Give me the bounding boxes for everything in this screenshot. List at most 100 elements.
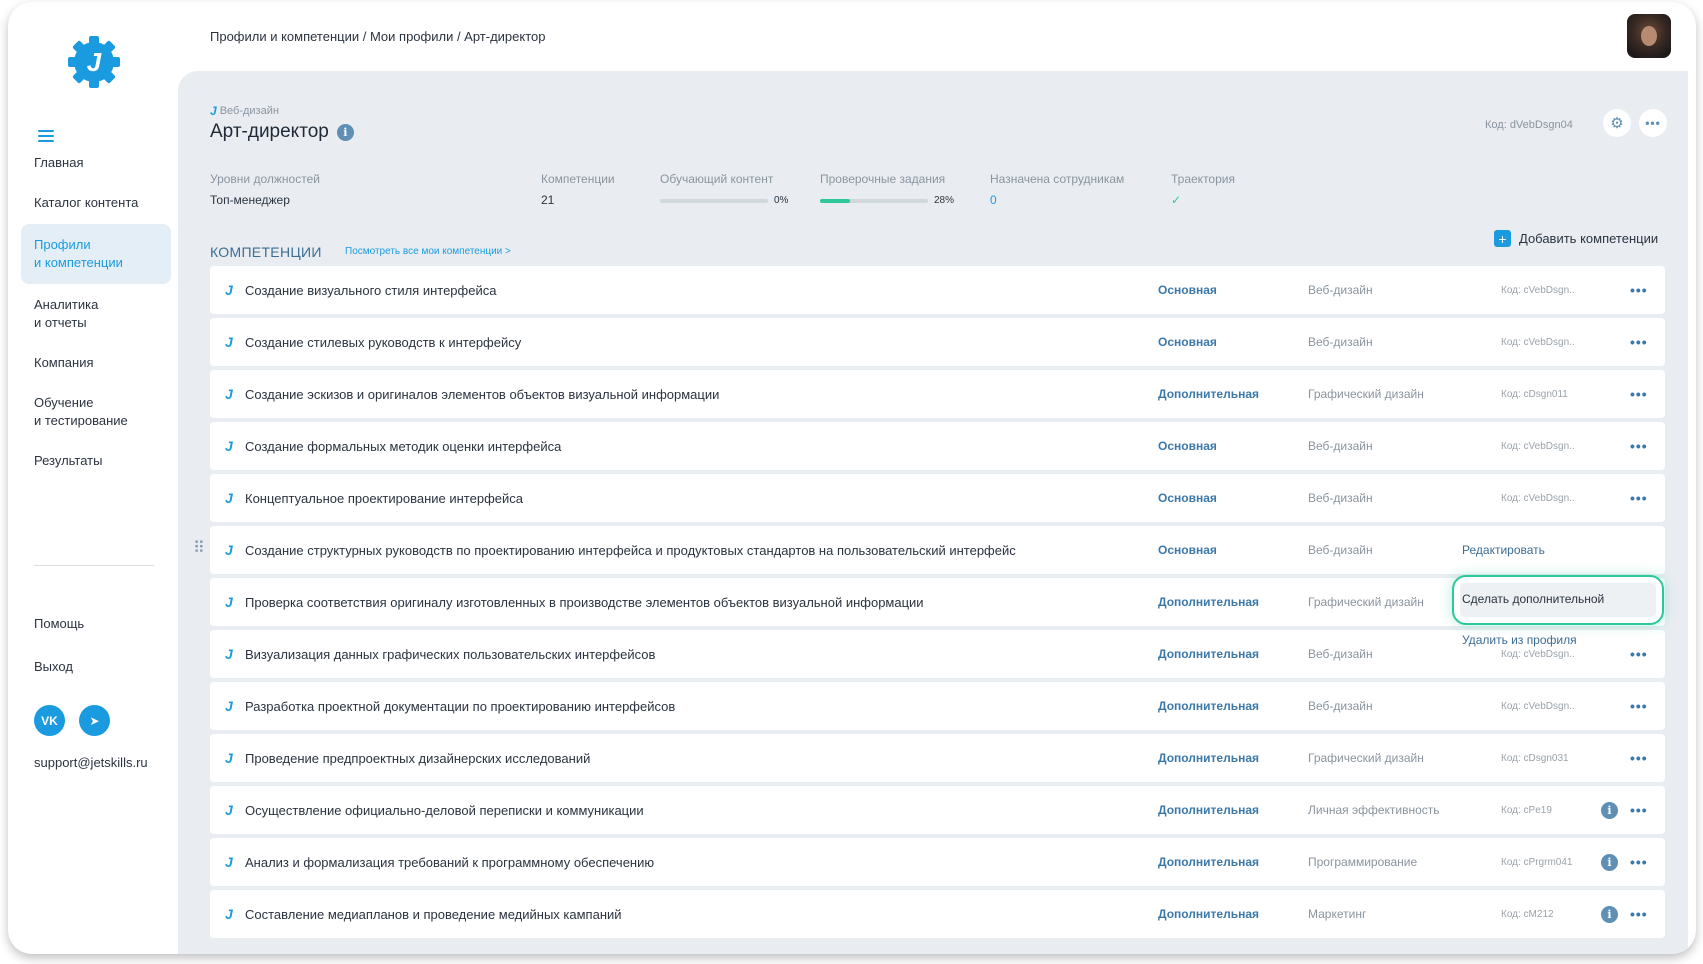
info-icon[interactable]: i: [1601, 853, 1618, 871]
competency-name[interactable]: Визуализация данных графических пользова…: [245, 647, 655, 662]
competency-name[interactable]: Создание визуального стиля интерфейса: [245, 283, 496, 298]
menu-toggle-icon[interactable]: [38, 130, 54, 144]
competency-type: Дополнительная: [1158, 387, 1260, 401]
competency-list: J Создание визуального стиля интерфейса Ос…: [193, 266, 1665, 942]
competency-name[interactable]: Анализ и формализация требований к прогр…: [245, 855, 654, 870]
sidebar-item[interactable]: Результаты: [21, 452, 171, 470]
competency-row[interactable]: J Создание формальных методик оценки инте…: [210, 422, 1665, 470]
competency-code: Код: cVebDsgn..: [1501, 700, 1575, 712]
competency-area: Личная эффективность: [1308, 803, 1440, 817]
logout-link[interactable]: Выход: [34, 658, 84, 676]
competency-name[interactable]: Разработка проектной документации по про…: [245, 699, 675, 714]
svg-text:J: J: [87, 47, 102, 77]
competency-type: Дополнительная: [1158, 803, 1260, 817]
j-icon: J: [225, 542, 233, 558]
info-icon[interactable]: i: [336, 123, 354, 141]
competency-row[interactable]: J Визуализация данных графических пользов…: [210, 630, 1665, 678]
sidebar-item[interactable]: Профили и компетенции: [21, 224, 171, 284]
row-more-icon[interactable]: •••: [1630, 854, 1648, 870]
row-more-icon[interactable]: •••: [1630, 334, 1648, 350]
menu-item-make-additional[interactable]: Сделать дополнительной: [1462, 592, 1604, 606]
add-competencies-button[interactable]: + Добавить компетенции: [1494, 230, 1658, 247]
more-options-button[interactable]: •••: [1639, 109, 1667, 137]
avatar[interactable]: [1627, 14, 1671, 58]
drag-handle-icon[interactable]: ⠿: [193, 541, 205, 557]
competency-type: Основная: [1158, 283, 1217, 297]
menu-item-remove[interactable]: Удалить из профиля: [1462, 633, 1577, 647]
view-all-competencies-link[interactable]: Посмотреть все мои компетенции >: [345, 246, 511, 257]
stat-value: 21: [541, 193, 555, 207]
row-more-icon[interactable]: •••: [1630, 802, 1648, 818]
competency-type: Основная: [1158, 439, 1217, 453]
tasks-progress-bar: [820, 198, 928, 203]
competency-area: Веб-дизайн: [1308, 543, 1373, 557]
support-email[interactable]: support@jetskills.ru: [34, 755, 148, 770]
sidebar-item[interactable]: Каталог контента: [21, 194, 171, 212]
competency-row[interactable]: J Анализ и формализация требований к прог…: [210, 838, 1665, 886]
competency-name[interactable]: Создание структурных руководств по проек…: [245, 543, 1016, 558]
row-more-icon[interactable]: •••: [1630, 906, 1648, 922]
competency-name[interactable]: Проверка соответствия оригиналу изготовл…: [245, 595, 924, 610]
more-dots-icon: •••: [1645, 116, 1661, 130]
plus-icon: +: [1494, 230, 1511, 247]
stat-value: 0%: [660, 193, 788, 207]
competency-code: Код: cPe19: [1501, 804, 1552, 816]
row-more-icon[interactable]: •••: [1630, 438, 1648, 454]
row-more-icon[interactable]: •••: [1630, 750, 1648, 766]
competency-name[interactable]: Создание стилевых руководств к интерфейс…: [245, 335, 521, 350]
competency-area: Веб-дизайн: [1308, 647, 1373, 661]
competency-name[interactable]: Создание эскизов и оригиналов элементов …: [245, 387, 719, 402]
info-icon[interactable]: i: [1601, 801, 1618, 819]
competency-name[interactable]: Проведение предпроектных дизайнерских ис…: [245, 751, 590, 766]
stat-label: Обучающий контент: [660, 172, 774, 186]
competency-row[interactable]: J Осуществление официально-деловой перепи…: [210, 786, 1665, 834]
j-icon: J: [225, 646, 233, 662]
competency-row[interactable]: J Создание визуального стиля интерфейса Ос…: [210, 266, 1665, 314]
competency-row[interactable]: J Создание эскизов и оригиналов элементов…: [210, 370, 1665, 418]
competency-name[interactable]: Создание формальных методик оценки интер…: [245, 439, 561, 454]
competency-name[interactable]: Составление медиапланов и проведение мед…: [245, 907, 622, 922]
gear-icon: ⚙: [1610, 115, 1624, 132]
competency-name[interactable]: Осуществление официально-деловой перепис…: [245, 803, 644, 818]
sidebar-divider: [34, 565, 154, 566]
competency-row[interactable]: J Создание стилевых руководств к интерфей…: [210, 318, 1665, 366]
competency-row[interactable]: J Составление медиапланов и проведение ме…: [210, 890, 1665, 938]
competency-area: Графический дизайн: [1308, 387, 1424, 401]
competency-row[interactable]: J Проверка соответствия оригиналу изготов…: [210, 578, 1665, 626]
menu-item-edit[interactable]: Редактировать: [1462, 543, 1545, 557]
sidebar-item[interactable]: Главная: [21, 154, 171, 172]
breadcrumb[interactable]: Профили и компетенции / Мои профили / Ар…: [210, 29, 545, 44]
category-label: Веб-дизайн: [219, 105, 279, 117]
competency-type: Дополнительная: [1158, 699, 1260, 713]
sidebar-item[interactable]: Компания: [21, 354, 171, 372]
row-more-icon[interactable]: •••: [1630, 282, 1648, 298]
row-more-icon[interactable]: •••: [1630, 386, 1648, 402]
competency-row[interactable]: J Создание структурных руководств по прое…: [193, 526, 1665, 574]
competency-row[interactable]: J Концептуальное проектирование интерфейс…: [210, 474, 1665, 522]
competency-code: Код: cVebDsgn..: [1501, 284, 1575, 296]
j-icon: J: [225, 386, 233, 402]
content-percent: 0%: [774, 195, 789, 207]
row-more-icon[interactable]: •••: [1630, 698, 1648, 714]
competency-code: Код: cVebDsgn..: [1501, 440, 1575, 452]
help-link[interactable]: Помощь: [34, 615, 84, 633]
assigned-count-link[interactable]: 0: [990, 193, 1124, 207]
telegram-icon[interactable]: ➤: [79, 705, 110, 736]
competency-area: Веб-дизайн: [1308, 283, 1373, 297]
info-icon[interactable]: i: [1601, 905, 1618, 923]
sidebar-item[interactable]: Аналитика и отчеты: [21, 296, 171, 332]
sidebar-item[interactable]: Обучение и тестирование: [21, 394, 171, 430]
competency-row[interactable]: J Проведение предпроектных дизайнерских и…: [210, 734, 1665, 782]
row-more-icon[interactable]: •••: [1630, 490, 1648, 506]
app-window: J Главная Каталог контента Профили и компе…: [8, 2, 1696, 954]
jetskills-logo[interactable]: J: [65, 33, 123, 91]
competency-type: Дополнительная: [1158, 647, 1260, 661]
settings-button[interactable]: ⚙: [1603, 109, 1631, 137]
vk-icon[interactable]: VK: [34, 705, 65, 736]
competency-row[interactable]: J Разработка проектной документации по пр…: [210, 682, 1665, 730]
competency-name[interactable]: Концептуальное проектирование интерфейса: [245, 491, 523, 506]
row-more-icon[interactable]: •••: [1630, 646, 1648, 662]
profile-category: J Веб-дизайн: [210, 104, 279, 118]
stat-value: Топ-менеджер: [210, 193, 290, 207]
competency-type: Дополнительная: [1158, 751, 1260, 765]
